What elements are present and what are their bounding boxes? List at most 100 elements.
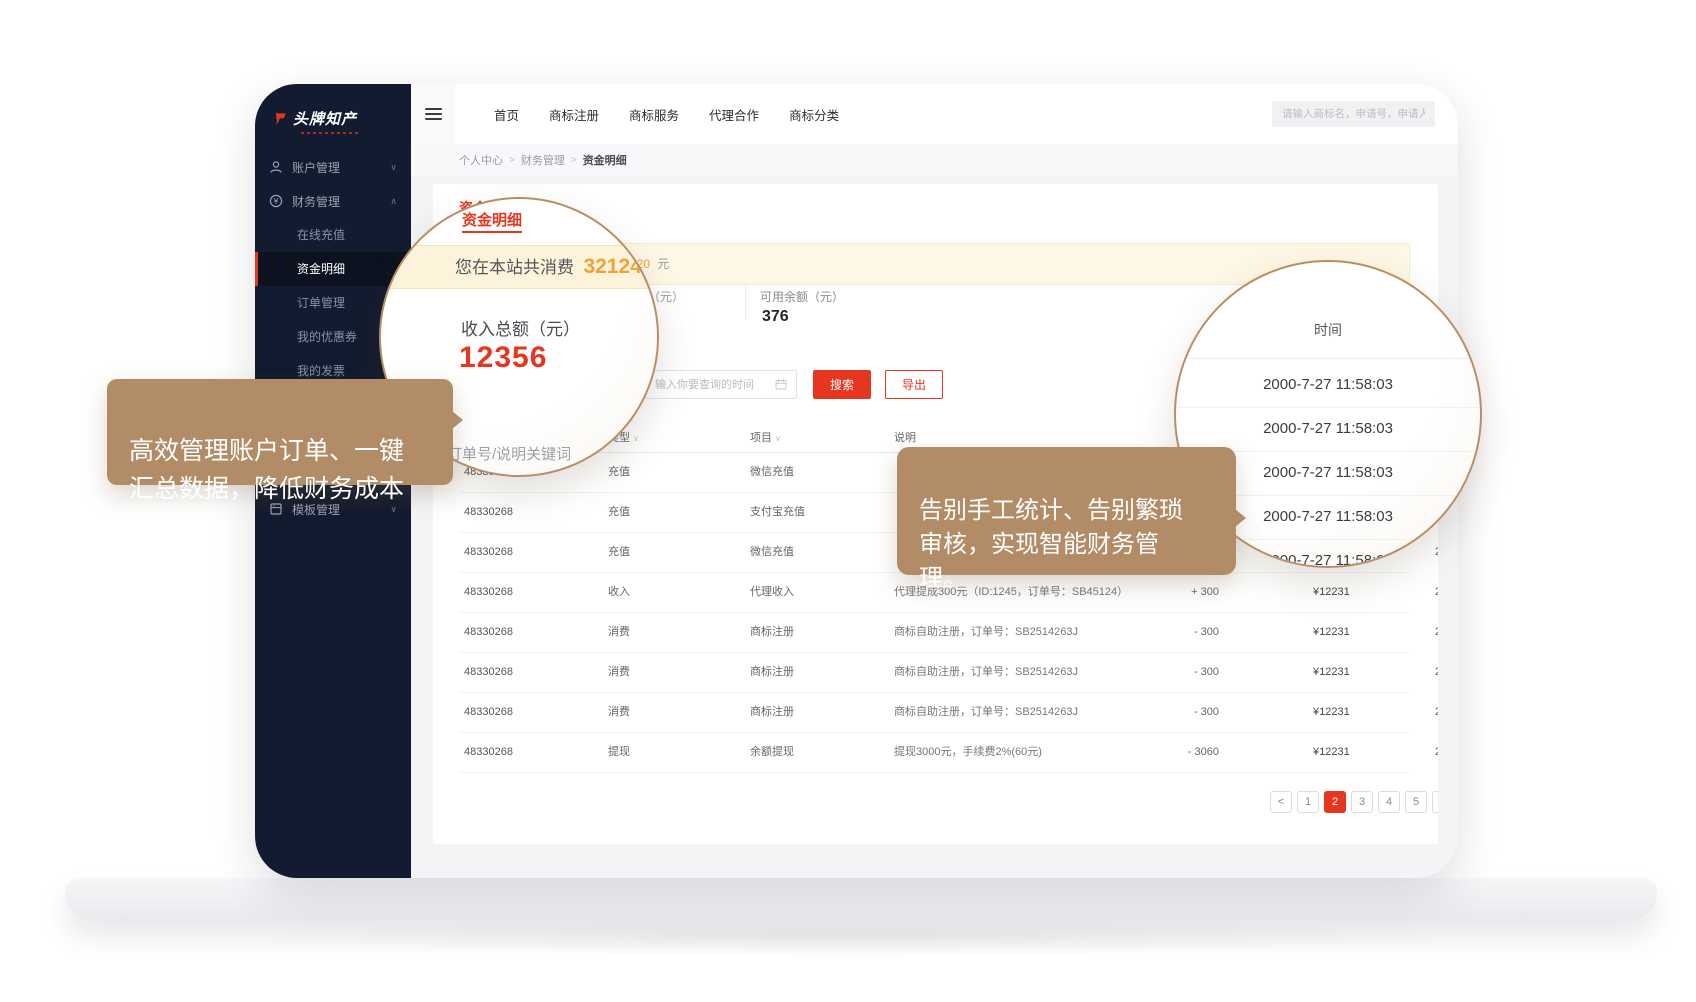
pagination-next-button-clipped[interactable]: > — [1432, 791, 1438, 813]
cell-project: 微信充值 — [750, 453, 794, 492]
breadcrumb-separator: > — [509, 155, 515, 166]
search-button[interactable]: 搜索 — [813, 370, 871, 399]
nav-item-trademark-register[interactable]: 商标注册 — [534, 105, 614, 124]
cell-project: 微信充值 — [750, 533, 794, 572]
magnified-consumption-banner: 您在本站共消费 32124 元 — [381, 245, 657, 289]
sidebar-item-account[interactable]: 账户管理 ∨ — [255, 150, 411, 184]
chevron-down-icon: ∨ — [390, 162, 397, 173]
sort-caret-icon: ∨ — [633, 434, 639, 443]
cell-order: 48330268 — [464, 653, 513, 692]
magnified-time-value: 2000-7-27 11:58:03 — [1176, 363, 1480, 408]
cell-time-clipped: 2000-7-27 11:58:03 — [1435, 653, 1438, 692]
finance-icon: ¥ — [269, 194, 283, 208]
cell-amount: - 300 — [1149, 653, 1219, 692]
pagination-page-4[interactable]: 4 — [1378, 791, 1400, 813]
magnified-title-underline — [462, 231, 522, 233]
breadcrumb-personal-center[interactable]: 个人中心 — [459, 152, 503, 168]
export-button[interactable]: 导出 — [885, 370, 943, 399]
stat-divider — [745, 284, 746, 320]
callout-arrow-icon — [452, 411, 463, 429]
pagination: < 1 2 3 4 5 > — [1270, 791, 1438, 813]
pagination-page-3[interactable]: 3 — [1351, 791, 1373, 813]
callout-arrow-icon — [1235, 509, 1246, 527]
trademark-search-input[interactable] — [1272, 101, 1435, 127]
callout-left: 高效管理账户订单、一键 汇总数据，降低财务成本 — [107, 379, 453, 485]
cell-balance: ¥12231 — [1313, 693, 1350, 732]
laptop-base — [65, 878, 1657, 920]
brand-name: 头牌知产 — [293, 108, 357, 129]
available-balance-label: 可用余额（元） — [760, 288, 844, 305]
callout-left-text: 高效管理账户订单、一键 汇总数据，降低财务成本 — [129, 437, 404, 503]
callout-right: 告别手工统计、告别繁琐 审核，实现智能财务管 理。 — [897, 447, 1236, 575]
cell-type: 收入 — [608, 573, 630, 612]
sidebar-item-label: 账户管理 — [292, 159, 340, 176]
cell-time-clipped: 2000-7-27 11:58:03 — [1435, 693, 1438, 732]
breadcrumb: 个人中心 > 财务管理 > 资金明细 — [411, 144, 1458, 176]
income-total-label: 收入总额（元） — [461, 315, 580, 340]
brand-logo: 头牌知产 — [273, 108, 357, 129]
nav-item-agent-cooperation[interactable]: 代理合作 — [694, 105, 774, 124]
cell-order: 48330268 — [464, 613, 513, 652]
chevron-up-icon: ∧ — [390, 196, 397, 207]
nav-item-trademark-category[interactable]: 商标分类 — [774, 105, 854, 124]
breadcrumb-separator: > — [571, 155, 577, 166]
magnified-page-title: 资金明细 — [462, 209, 522, 230]
menu-toggle-button[interactable] — [411, 84, 455, 144]
table-row: 48330268 消费 商标注册 商标自助注册，订单号：SB2514263J -… — [459, 653, 1410, 693]
pagination-prev-button[interactable]: < — [1270, 791, 1292, 813]
cell-type: 充值 — [608, 533, 630, 572]
calendar-icon — [775, 378, 787, 390]
cell-order: 48330268 — [464, 693, 513, 732]
income-total-value: 12356 — [459, 341, 547, 375]
cell-balance: ¥12231 — [1313, 653, 1350, 692]
cell-amount: - 3060 — [1149, 733, 1219, 772]
cell-order: 48330268 — [464, 493, 513, 532]
cell-project: 支付宝充值 — [750, 493, 805, 532]
cell-amount: - 300 — [1149, 613, 1219, 652]
nav-item-home[interactable]: 首页 — [479, 105, 534, 124]
cell-desc: 商标自助注册，订单号：SB2514263J — [894, 613, 1164, 652]
nav-item-trademark-service[interactable]: 商标服务 — [614, 105, 694, 124]
sidebar-item-finance[interactable]: ¥ 财务管理 ∧ — [255, 184, 411, 218]
cell-desc: 提现3000元，手续费2%(60元) — [894, 733, 1164, 772]
cell-project: 商标注册 — [750, 693, 794, 732]
cell-type: 充值 — [608, 493, 630, 532]
user-icon — [269, 160, 283, 174]
cell-time-clipped: 2000-7-27 11:58:03 — [1435, 573, 1438, 612]
sidebar-item-label: 财务管理 — [292, 193, 340, 210]
svg-text:¥: ¥ — [273, 197, 278, 206]
brand-tagline-decoration — [301, 132, 359, 134]
cell-type: 提现 — [608, 733, 630, 772]
header-project-sortable[interactable]: 项目∨ — [750, 424, 781, 453]
cell-type: 消费 — [608, 693, 630, 732]
cell-project: 商标注册 — [750, 613, 794, 652]
cell-balance: ¥12231 — [1313, 733, 1350, 772]
cell-desc: 商标自助注册，订单号：SB2514263J — [894, 653, 1164, 692]
cell-desc: 商标自助注册，订单号：SB2514263J — [894, 693, 1164, 732]
magnified-header-divider — [1176, 358, 1480, 359]
cell-amount: - 300 — [1149, 693, 1219, 732]
cell-project: 余额提现 — [750, 733, 794, 772]
cell-order: 48330268 — [464, 533, 513, 572]
pagination-page-2-active[interactable]: 2 — [1324, 791, 1346, 813]
breadcrumb-finance[interactable]: 财务管理 — [521, 152, 565, 168]
cell-time-clipped: 2000-7-27 11:58:03 — [1435, 613, 1438, 652]
cell-type: 消费 — [608, 613, 630, 652]
page-background: 头牌知产 账户管理 ∨ ¥ 财务管理 — [0, 0, 1696, 1002]
cell-balance: ¥12231 — [1313, 613, 1350, 652]
pagination-page-1[interactable]: 1 — [1297, 791, 1319, 813]
magnified-time-value: 2000-7-27 11:58:03 — [1176, 407, 1480, 452]
consumption-amount: 32124 — [583, 255, 641, 278]
table-row: 48330268 提现 余额提现 提现3000元，手续费2%(60元) - 30… — [459, 733, 1410, 773]
breadcrumb-current-page: 资金明细 — [583, 152, 627, 168]
cell-type: 消费 — [608, 653, 630, 692]
magnified-time-header: 时间 — [1176, 320, 1480, 340]
cell-amount: + 300 — [1149, 573, 1219, 612]
sort-caret-icon: ∨ — [775, 434, 781, 443]
pagination-page-5[interactable]: 5 — [1405, 791, 1427, 813]
available-balance-value: 376 — [762, 308, 789, 326]
cell-type: 充值 — [608, 453, 630, 492]
cell-project: 代理收入 — [750, 573, 794, 612]
cell-time-clipped: 2000-7-27 11:58:03 — [1435, 733, 1438, 772]
table-row: 48330268 消费 商标注册 商标自助注册，订单号：SB2514263J -… — [459, 613, 1410, 653]
